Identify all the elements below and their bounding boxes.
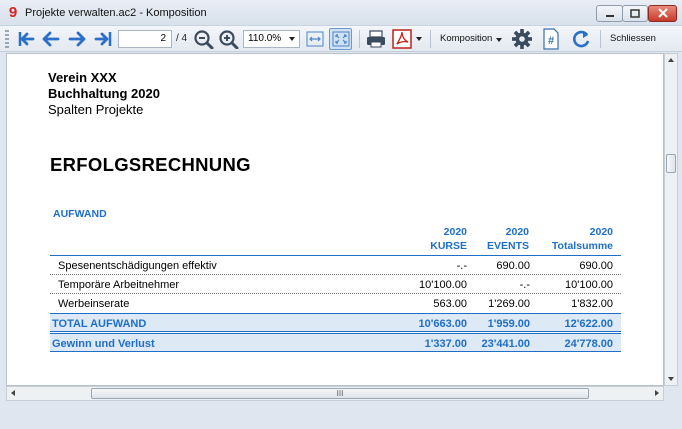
gewinn-verlust-row: Gewinn und Verlust 1'337.00 23'441.00 24… <box>50 333 621 352</box>
toolbar-separator <box>430 30 431 48</box>
cell-kurse: 563.00 <box>433 298 467 310</box>
col-events-year: 2020 <box>505 226 529 238</box>
title-bar: 9 Projekte verwalten.ac2 - Komposition <box>0 0 682 26</box>
close-button[interactable]: Schliessen <box>610 33 656 44</box>
horizontal-scrollbar[interactable]: III <box>6 386 664 401</box>
cell-events: 23'441.00 <box>481 338 531 350</box>
cell-kurse: 1'337.00 <box>424 338 467 350</box>
toolbar-grip[interactable] <box>5 30 9 48</box>
maximize-button[interactable] <box>622 5 648 22</box>
col-total-name: Totalsumme <box>551 240 613 252</box>
zoom-in-button[interactable] <box>218 28 240 50</box>
cell-events: 690.00 <box>496 260 530 272</box>
maximize-icon <box>630 9 640 18</box>
report-subtitle: Spalten Projekte <box>48 102 144 117</box>
cell-kurse: 10'663.00 <box>418 318 468 330</box>
toolbar-separator <box>600 30 601 48</box>
arrow-left-icon <box>42 31 60 47</box>
print-button[interactable] <box>364 28 388 50</box>
cell-events: 1'959.00 <box>487 318 530 330</box>
cell-events: 1'269.00 <box>488 298 530 310</box>
fit-width-icon <box>306 31 324 47</box>
cell-total: 24'778.00 <box>564 338 614 350</box>
scroll-down-icon[interactable] <box>668 377 674 381</box>
page-total: / 4 <box>176 33 188 44</box>
scroll-up-icon[interactable] <box>668 58 674 62</box>
col-kurse-year: 2020 <box>443 226 467 238</box>
row-label: Temporäre Arbeitnehmer <box>58 279 180 291</box>
book-name: Buchhaltung 2020 <box>48 86 160 101</box>
cell-kurse: -.- <box>456 260 467 272</box>
refresh-button[interactable] <box>569 28 593 50</box>
toolbar: 2 / 4 110.0% Komposition # Schliessen <box>0 26 682 52</box>
report-heading: ERFOLGSRECHNUNG <box>50 154 251 175</box>
table-row: Temporäre Arbeitnehmer 10'100.00 -.- 10'… <box>50 275 621 294</box>
close-icon <box>657 8 668 18</box>
settings-button[interactable] <box>510 28 534 50</box>
row-label: Gewinn und Verlust <box>52 338 155 350</box>
scroll-left-icon[interactable] <box>11 390 15 396</box>
last-page-icon <box>94 32 112 46</box>
zoom-select[interactable]: 110.0% <box>243 30 300 48</box>
first-page-button[interactable] <box>15 28 37 50</box>
row-label: TOTAL AUFWAND <box>52 318 147 330</box>
total-aufwand-row: TOTAL AUFWAND 10'663.00 1'959.00 12'622.… <box>50 313 621 332</box>
cell-total: 690.00 <box>579 260 613 272</box>
fit-width-button[interactable] <box>304 28 326 50</box>
cell-events: -.- <box>519 279 530 291</box>
horizontal-scroll-thumb[interactable]: III <box>91 388 589 399</box>
table-row: Werbeinserate 563.00 1'269.00 1'832.00 <box>50 294 621 313</box>
app-icon: 9 <box>8 4 18 21</box>
vertical-scroll-thumb[interactable] <box>666 154 676 173</box>
toolbar-separator <box>359 30 360 48</box>
cell-total: 1'832.00 <box>571 298 613 310</box>
gear-icon <box>512 29 532 49</box>
page-number-input[interactable]: 2 <box>118 30 172 48</box>
pdf-options-dropdown[interactable] <box>414 28 424 50</box>
chevron-down-icon <box>416 37 422 41</box>
minimize-icon <box>605 15 614 17</box>
previous-page-button[interactable] <box>40 28 62 50</box>
cell-total: 12'622.00 <box>564 318 614 330</box>
table-row: Spesenentschädigungen effektiv -.- 690.0… <box>50 256 621 275</box>
next-page-button[interactable] <box>66 28 88 50</box>
col-events-name: EVENTS <box>486 240 529 252</box>
fit-page-button[interactable] <box>329 28 352 50</box>
refresh-icon <box>573 30 590 48</box>
scroll-right-icon[interactable] <box>655 390 659 396</box>
zoom-value: 110.0% <box>248 33 282 44</box>
close-window-button[interactable] <box>648 5 677 22</box>
first-page-icon <box>18 32 35 46</box>
window-title: Projekte verwalten.ac2 - Komposition <box>25 7 207 19</box>
org-name: Verein XXX <box>48 70 117 85</box>
cell-total: 10'100.00 <box>565 279 613 291</box>
page-numbering-button[interactable]: # <box>540 28 562 50</box>
svg-text:#: # <box>548 35 554 47</box>
cell-kurse: 10'100.00 <box>419 279 467 291</box>
fit-page-icon <box>332 31 349 47</box>
page-number-icon: # <box>543 28 559 50</box>
printer-icon <box>367 30 385 48</box>
row-label: Spesenentschädigungen effektiv <box>58 260 217 272</box>
vertical-scrollbar[interactable] <box>664 53 678 386</box>
zoom-out-icon <box>194 30 214 49</box>
zoom-in-icon <box>219 30 239 49</box>
chevron-down-icon <box>289 37 295 41</box>
col-total-year: 2020 <box>589 226 613 238</box>
export-pdf-button[interactable] <box>391 28 413 50</box>
pdf-icon <box>392 29 412 49</box>
last-page-button[interactable] <box>92 28 114 50</box>
status-bar <box>0 404 682 429</box>
section-title: AUFWAND <box>53 208 107 220</box>
col-kurse-name: KURSE <box>430 240 467 252</box>
komposition-dropdown[interactable]: Komposition <box>440 33 492 44</box>
document-view[interactable]: Verein XXX Buchhaltung 2020 Spalten Proj… <box>6 53 664 386</box>
minimize-button[interactable] <box>596 5 623 22</box>
row-label: Werbeinserate <box>58 298 130 310</box>
zoom-out-button[interactable] <box>193 28 215 50</box>
arrow-right-icon <box>68 31 86 47</box>
chevron-down-icon <box>496 38 502 42</box>
